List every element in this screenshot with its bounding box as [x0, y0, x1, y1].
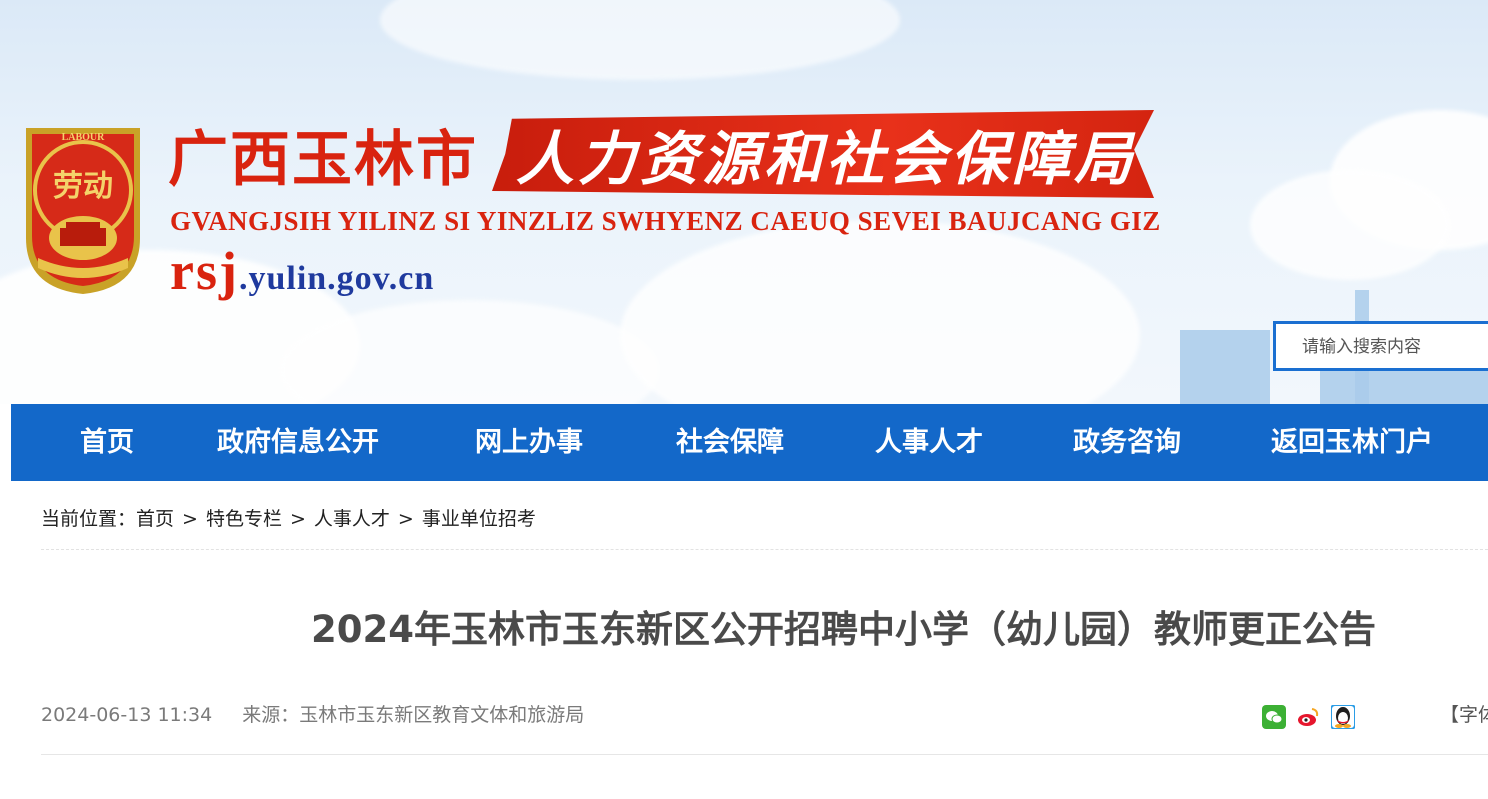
nav-item-online-service[interactable]: 网上办事 — [475, 404, 583, 481]
nav-item-portal[interactable]: 返回玉林门户 — [1271, 404, 1433, 481]
divider — [41, 754, 1488, 755]
cloud-decoration — [380, 0, 900, 80]
labor-emblem-icon: LABOUR 劳动 — [18, 118, 148, 296]
breadcrumb-separator: > — [397, 508, 414, 530]
search-input[interactable] — [1276, 324, 1488, 370]
breadcrumb-item-recruitment[interactable]: 事业单位招考 — [422, 508, 536, 530]
article-source-label: 来源： — [242, 704, 300, 726]
search-box[interactable] — [1273, 321, 1488, 371]
article-meta: 2024-06-13 11:34 来源：玉林市玉东新区教育文体和旅游局 — [41, 700, 584, 727]
nav-item-social-security[interactable]: 社会保障 — [676, 404, 784, 481]
domain-suffix: .yulin.gov.cn — [238, 260, 435, 297]
weibo-icon[interactable] — [1296, 705, 1320, 729]
building-decoration — [1180, 330, 1270, 404]
breadcrumb-item-personnel[interactable]: 人事人才 — [314, 508, 390, 530]
breadcrumb-item-feature[interactable]: 特色专栏 — [206, 508, 282, 530]
site-domain: rsj.yulin.gov.cn — [170, 240, 434, 302]
breadcrumb: 当前位置：首页 > 特色专栏 > 人事人才 > 事业单位招考 — [41, 504, 536, 531]
qq-icon[interactable] — [1330, 704, 1356, 730]
site-title-city: 广西玉林市 — [168, 124, 478, 195]
cloud-decoration — [620, 220, 1140, 404]
article-content: 当前位置：首页 > 特色专栏 > 人事人才 > 事业单位招考 2024年玉林市玉东新区公开招… — [11, 481, 1488, 799]
logo-ring-text: LABOUR — [62, 132, 106, 143]
nav-item-gov-info[interactable]: 政府信息公开 — [217, 404, 379, 481]
logo-text: 劳动 — [53, 169, 113, 204]
breadcrumb-separator: > — [289, 508, 306, 530]
nav-item-consult[interactable]: 政务咨询 — [1073, 404, 1181, 481]
breadcrumb-separator: > — [182, 508, 198, 530]
article-date: 2024-06-13 11:34 — [41, 704, 213, 726]
article-source: 玉林市玉东新区教育文体和旅游局 — [299, 704, 585, 726]
nav-item-personnel[interactable]: 人事人才 — [875, 404, 983, 481]
header-banner: LABOUR 劳动 广西玉林市 人力资源和社会保障局 GVANGJSIH YIL… — [0, 0, 1488, 404]
font-size-control[interactable]: 【字体 — [1440, 700, 1488, 727]
domain-prefix: rsj — [170, 241, 239, 301]
article-title: 2024年玉林市玉东新区公开招聘中小学（幼儿园）教师更正公告 — [311, 608, 1376, 651]
nav-item-home[interactable]: 首页 — [80, 404, 134, 481]
cloud-decoration — [1250, 170, 1450, 280]
site-title-en: GVANGJSIH YILINZ SI YINZLIZ SWHYENZ CAEU… — [170, 206, 1161, 236]
breadcrumb-item-home[interactable]: 首页 — [136, 508, 174, 530]
site-title-cn: 广西玉林市 人力资源和社会保障局 — [168, 110, 1155, 198]
main-nav: 首页 政府信息公开 网上办事 社会保障 人事人才 政务咨询 返回玉林门户 — [11, 404, 1488, 481]
site-title-bureau: 人力资源和社会保障局 — [492, 110, 1155, 198]
breadcrumb-prefix: 当前位置： — [41, 508, 137, 530]
divider — [41, 549, 1488, 550]
building-decoration — [1320, 370, 1488, 404]
wechat-icon[interactable] — [1262, 705, 1286, 729]
